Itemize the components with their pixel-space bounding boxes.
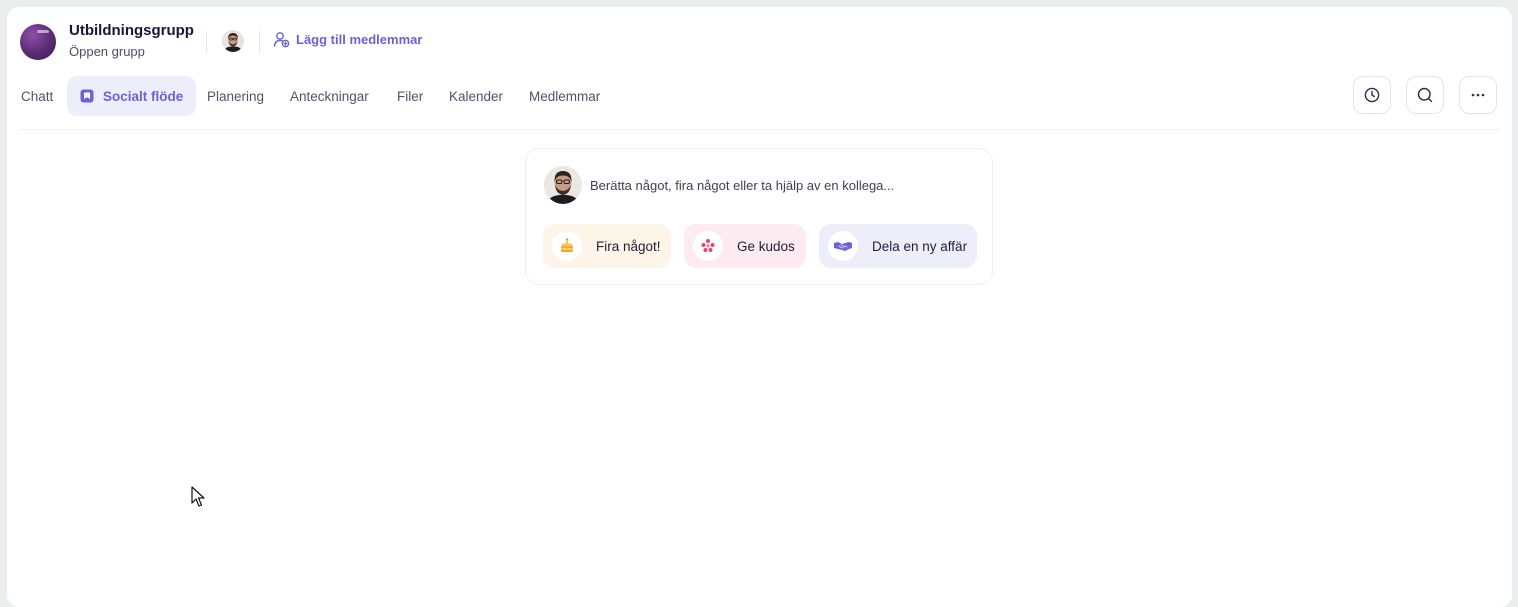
tab-medlemmar[interactable]: Medlemmar [529,76,600,116]
tab-socialt-flode[interactable]: Socialt flöde [67,76,197,116]
mouse-cursor-icon [191,486,205,507]
post-composer: Berätta något, fira något eller ta hjälp… [525,148,993,285]
clock-icon [1364,87,1380,103]
header-divider [259,31,260,53]
cake-icon [552,231,582,261]
add-members-button[interactable]: Lägg till medlemmar [273,31,422,48]
tab-label: Anteckningar [290,88,369,104]
tab-anteckningar[interactable]: Anteckningar [290,76,369,116]
feed-icon [80,89,94,103]
person-portrait-icon [222,30,244,52]
tab-chatt[interactable]: Chatt [21,76,53,116]
kudos-label: Ge kudos [737,238,795,254]
tab-label: Kalender [449,88,504,104]
header-divider [206,31,207,53]
tab-label: Chatt [21,88,54,104]
group-logo [37,30,49,33]
handshake-icon [828,231,858,261]
tab-label: Filer [397,88,424,104]
celebrate-button[interactable]: Fira något! [543,224,671,268]
tab-label: Medlemmar [529,88,601,104]
tab-filer[interactable]: Filer [397,76,423,116]
tab-kalender[interactable]: Kalender [449,76,503,116]
kudos-icon [693,231,723,261]
user-avatar [544,166,582,204]
search-icon [1417,87,1433,103]
tab-planering[interactable]: Planering [207,76,264,116]
more-options-button[interactable] [1459,76,1497,114]
add-members-label: Lägg till medlemmar [296,32,423,47]
tab-divider [20,129,1499,130]
composer-prompt[interactable]: Berätta något, fira något eller ta hjälp… [590,178,894,193]
tab-label: Planering [207,88,265,104]
search-button[interactable] [1406,76,1444,114]
celebrate-label: Fira något! [596,238,661,254]
group-type: Öppen grupp [69,44,145,59]
person-portrait-icon [544,166,582,204]
add-user-icon [273,32,290,48]
group-name[interactable]: Utbildningsgrupp [69,22,194,39]
tab-label: Socialt flöde [103,88,184,104]
share-deal-button[interactable]: Dela en ny affär [819,224,977,268]
kudos-button[interactable]: Ge kudos [684,224,806,268]
more-icon [1471,93,1485,97]
group-avatar[interactable] [20,24,56,60]
member-avatar[interactable] [222,30,244,52]
share-deal-label: Dela en ny affär [872,238,968,254]
main-panel: Utbildningsgrupp Öppen grupp Lägg till m… [7,7,1512,607]
history-button[interactable] [1353,76,1391,114]
